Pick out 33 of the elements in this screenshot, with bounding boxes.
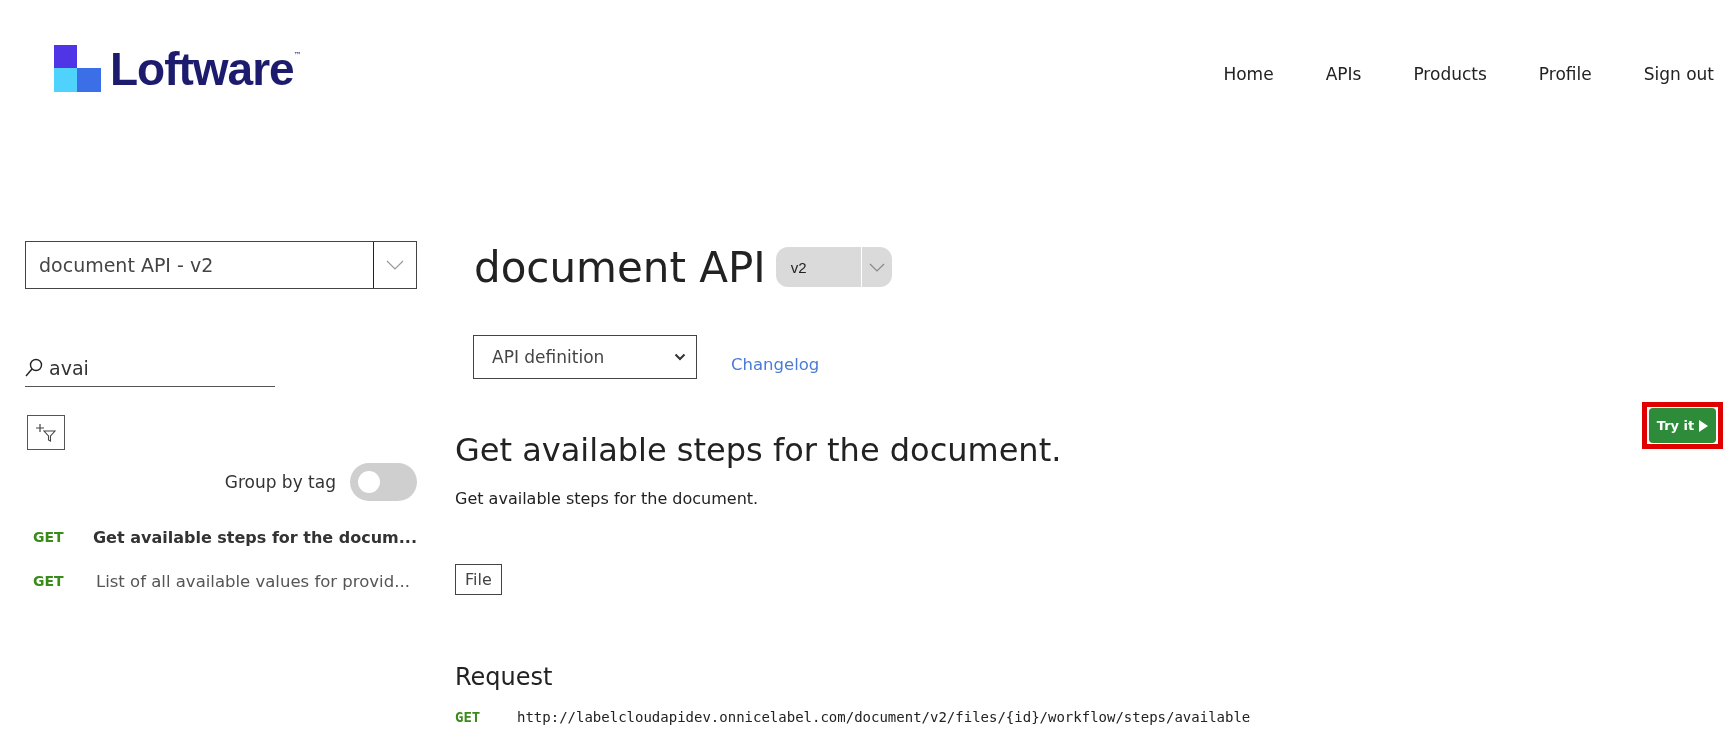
nav-link[interactable]: Sign out bbox=[1643, 64, 1714, 84]
version-select[interactable]: v2 bbox=[775, 247, 892, 287]
logo-squares-icon bbox=[54, 45, 102, 93]
tag-label: File bbox=[455, 564, 502, 595]
search-icon bbox=[25, 358, 43, 377]
group-by-tag-toggle[interactable] bbox=[350, 463, 417, 501]
definition-select[interactable]: API definition bbox=[473, 335, 697, 379]
nav-link[interactable]: Home bbox=[1223, 64, 1274, 84]
http-method: GET bbox=[33, 529, 65, 545]
operation-title: Get available steps for the document. bbox=[455, 431, 1063, 469]
request-url: http://labelcloudapidev.onnicelabel.com/document/v2/files/{id}/workflow/steps/available bbox=[517, 709, 1251, 725]
add-filter-icon bbox=[36, 423, 56, 442]
chevron-down-icon bbox=[386, 260, 404, 270]
add-filter-button[interactable] bbox=[27, 415, 65, 450]
api-title: document API bbox=[474, 242, 766, 292]
operation-item[interactable]: List of all available values for provid... bbox=[96, 571, 410, 591]
request-heading: Request bbox=[455, 663, 554, 691]
nav-link[interactable]: Profile bbox=[1538, 64, 1592, 84]
operation-description: Get available steps for the document. bbox=[455, 489, 760, 508]
chevron-down-icon bbox=[868, 262, 885, 272]
http-method: GET bbox=[33, 573, 65, 589]
play-icon bbox=[1699, 419, 1709, 432]
try-it-button[interactable]: Try it bbox=[1648, 408, 1717, 443]
changelog-link[interactable]: Changelog bbox=[731, 354, 820, 374]
chevron-down-icon bbox=[674, 353, 686, 361]
api-select[interactable]: document API - v2 bbox=[25, 241, 417, 289]
group-by-tag-label: Group by tag bbox=[224, 472, 336, 492]
loftware-logo[interactable]: Loftware™ bbox=[54, 45, 302, 93]
request-method: GET bbox=[455, 709, 482, 725]
search-field[interactable]: avai bbox=[25, 349, 275, 387]
nav-link[interactable]: APIs bbox=[1325, 64, 1362, 84]
operation-item[interactable]: Get available steps for the docum... bbox=[92, 527, 417, 547]
nav-link[interactable]: Products bbox=[1413, 64, 1487, 84]
